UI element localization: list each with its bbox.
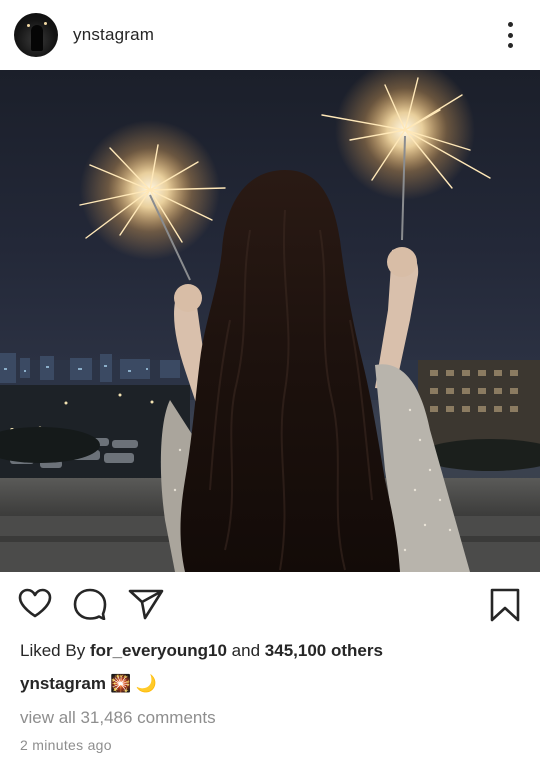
action-bar [0, 572, 540, 636]
view-comments-link[interactable]: view all 31,486 comments [20, 707, 520, 729]
caption-emoji: 🎇 🌙 [109, 674, 158, 693]
header-username[interactable]: ynstagram [73, 25, 154, 45]
more-vertical-icon [507, 22, 513, 27]
paper-plane-icon[interactable] [128, 588, 164, 620]
likes-summary: Liked By for_everyoung10 and 345,100 oth… [20, 640, 520, 662]
bookmark-icon[interactable] [490, 588, 520, 622]
comment-bubble-icon[interactable] [73, 588, 107, 620]
post-header: ynstagram [0, 0, 540, 70]
likes-prefix: Liked By [20, 641, 86, 660]
more-options-button[interactable] [502, 22, 518, 48]
avatar-sparkle [44, 22, 47, 25]
caption-username[interactable]: ynstagram [20, 674, 106, 693]
post-timestamp: 2 minutes ago [20, 737, 112, 753]
right-sparkler-glow [335, 70, 475, 200]
heart-icon[interactable] [18, 588, 52, 618]
right-hand [387, 247, 417, 277]
post-meta: Liked By for_everyoung10 and 345,100 oth… [0, 640, 540, 753]
likes-others[interactable]: 345,100 others [265, 641, 383, 660]
likes-joiner: and [231, 641, 261, 660]
caption: ynstagram 🎇 🌙 [20, 673, 520, 695]
avatar[interactable] [14, 13, 58, 57]
avatar-sparkle [27, 24, 30, 27]
liked-by-user[interactable]: for_everyoung10 [90, 641, 227, 660]
left-hand [174, 284, 202, 312]
avatar-silhouette [31, 25, 43, 51]
post-photo[interactable] [0, 70, 540, 572]
photo-illustration [0, 70, 540, 572]
